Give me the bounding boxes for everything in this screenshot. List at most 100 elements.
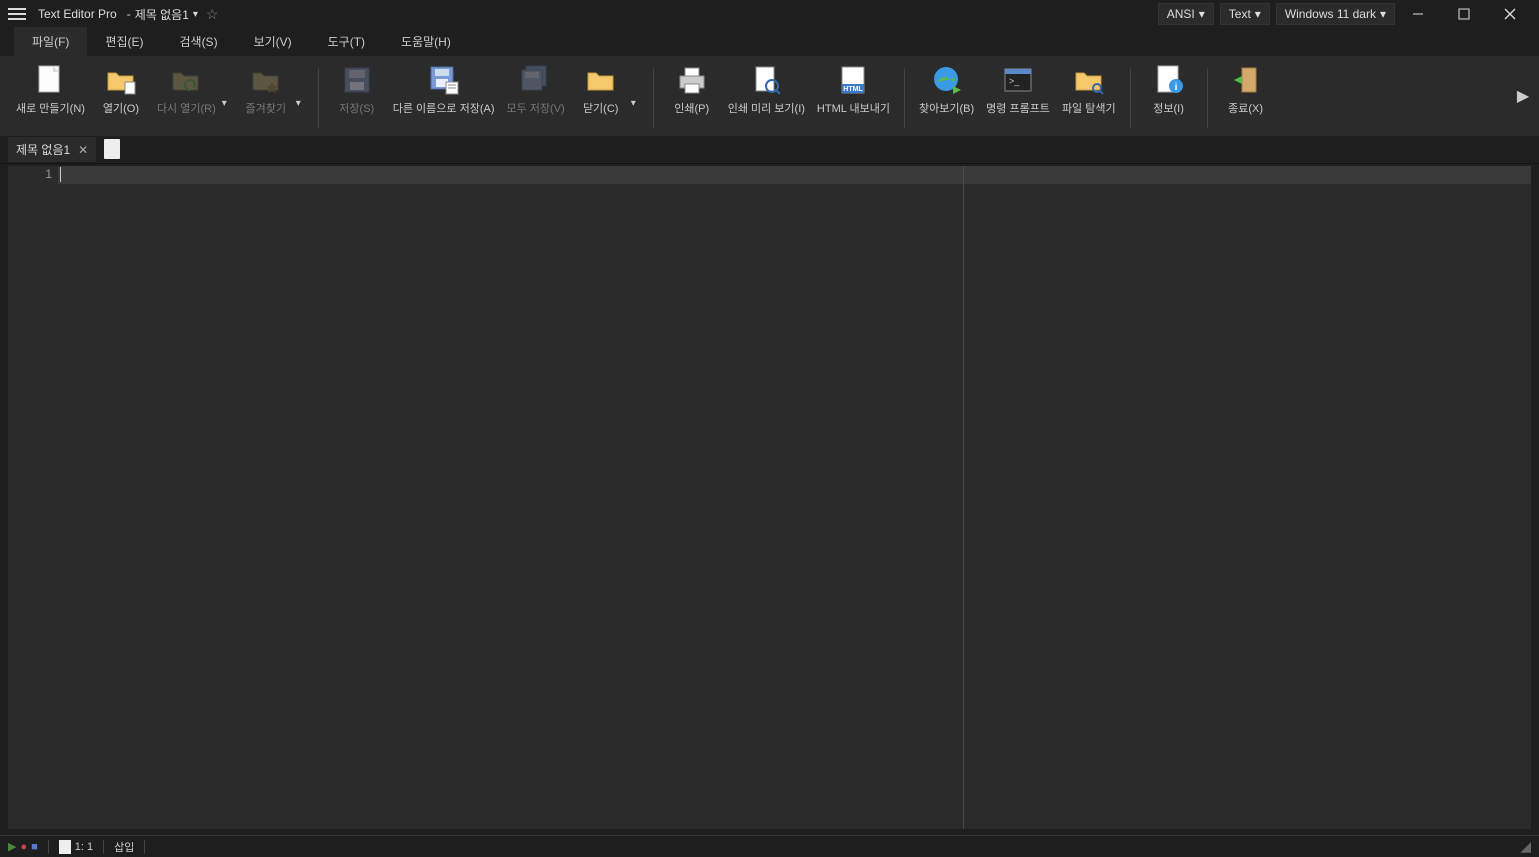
macro-play-icon[interactable]: ▶	[8, 840, 16, 853]
reopen-label: 다시 열기(R)	[157, 100, 216, 116]
browse-button[interactable]: 찾아보기(B)	[913, 62, 980, 118]
open-file-button[interactable]: 열기(O)	[91, 62, 151, 118]
favorites-dropdown-icon[interactable]: ▾	[296, 98, 310, 109]
theme-dropdown[interactable]: Windows 11 dark ▾	[1276, 3, 1395, 25]
menu-tab-help[interactable]: 도움말(H)	[383, 27, 469, 56]
cmd-label: 명령 프롬프트	[986, 100, 1050, 116]
new-file-label: 새로 만들기(N)	[16, 100, 85, 116]
menu-tab-view[interactable]: 보기(V)	[236, 27, 310, 56]
mode-dropdown[interactable]: Text ▾	[1220, 3, 1270, 25]
print-button[interactable]: 인쇄(P)	[662, 62, 722, 118]
menu-tab-file[interactable]: 파일(F)	[14, 27, 87, 56]
open-folder-icon	[105, 64, 137, 96]
document-name: 제목 없음1	[135, 6, 189, 23]
cmd-button[interactable]: >_ 명령 프롬프트	[980, 62, 1056, 118]
svg-text:>_: >_	[1009, 76, 1020, 86]
chevron-down-icon: ▾	[1255, 7, 1261, 21]
hamburger-menu-icon[interactable]	[6, 3, 28, 25]
document-dropdown-icon[interactable]: ▾	[193, 9, 198, 20]
document-tabs: 제목 없음1 ✕	[0, 136, 1539, 164]
explorer-button[interactable]: 파일 탐색기	[1056, 62, 1122, 118]
split-divider[interactable]	[963, 166, 964, 829]
menu-tab-tools[interactable]: 도구(T)	[310, 27, 383, 56]
chevron-down-icon: ▾	[1380, 7, 1386, 21]
save-floppy-icon	[341, 64, 373, 96]
insert-mode[interactable]: 삽입	[114, 839, 134, 855]
save-as-label: 다른 이름으로 저장(A)	[393, 100, 495, 116]
exit-button[interactable]: 종료(X)	[1216, 62, 1276, 118]
page-icon	[59, 840, 71, 854]
reopen-dropdown-icon[interactable]: ▾	[222, 98, 236, 109]
save-as-button[interactable]: 다른 이름으로 저장(A)	[387, 62, 501, 118]
info-label: 정보(I)	[1153, 100, 1184, 116]
mode-label: Text	[1229, 7, 1251, 21]
new-tab-icon[interactable]	[104, 139, 120, 159]
status-bar: ▶ ● ■ 1: 1 삽입 ◢	[0, 835, 1539, 857]
save-all-button[interactable]: 모두 저장(V)	[501, 62, 571, 118]
favorites-folder-icon	[250, 64, 282, 96]
html-export-button[interactable]: HTML HTML 내보내기	[811, 62, 896, 118]
save-as-icon	[428, 64, 460, 96]
minimize-button[interactable]	[1395, 0, 1441, 28]
close-window-button[interactable]	[1487, 0, 1533, 28]
macro-stop-icon[interactable]: ■	[31, 841, 38, 853]
encoding-dropdown[interactable]: ANSI ▾	[1158, 3, 1214, 25]
text-caret	[60, 167, 61, 182]
info-button[interactable]: i 정보(I)	[1139, 62, 1199, 118]
menu-tab-search[interactable]: 검색(S)	[161, 27, 235, 56]
reopen-button[interactable]: 다시 열기(R)	[151, 62, 222, 118]
save-button[interactable]: 저장(S)	[327, 62, 387, 118]
browse-label: 찾아보기(B)	[919, 100, 974, 116]
editor-area[interactable]: 1	[8, 166, 1531, 829]
line-gutter: 1	[8, 166, 58, 829]
print-preview-label: 인쇄 미리 보기(I)	[728, 100, 805, 116]
new-file-icon	[34, 64, 66, 96]
save-label: 저장(S)	[339, 100, 374, 116]
macro-record-icon[interactable]: ●	[20, 841, 27, 853]
close-tab-icon[interactable]: ✕	[78, 143, 88, 157]
cursor-position: 1: 1	[59, 840, 93, 854]
text-zone[interactable]	[58, 166, 1531, 829]
maximize-button[interactable]	[1441, 0, 1487, 28]
resize-grip-icon[interactable]: ◢	[1520, 838, 1531, 855]
exit-door-icon	[1230, 64, 1262, 96]
line-number: 1	[8, 167, 52, 181]
info-icon: i	[1153, 64, 1185, 96]
svg-text:HTML: HTML	[844, 86, 864, 93]
terminal-icon: >_	[1002, 64, 1034, 96]
encoding-label: ANSI	[1167, 7, 1195, 21]
chevron-down-icon: ▾	[1199, 7, 1205, 21]
explorer-label: 파일 탐색기	[1062, 100, 1116, 116]
favorites-button[interactable]: 즐겨찾기	[236, 62, 296, 118]
title-separator: -	[127, 7, 131, 21]
reopen-folder-icon	[170, 64, 202, 96]
new-file-button[interactable]: 새로 만들기(N)	[10, 62, 91, 118]
svg-text:i: i	[1174, 82, 1177, 93]
favorites-label: 즐겨찾기	[246, 100, 286, 116]
html-export-icon: HTML	[837, 64, 869, 96]
theme-label: Windows 11 dark	[1285, 7, 1376, 21]
ribbon-overflow-icon[interactable]: ▶	[1511, 56, 1535, 136]
print-label: 인쇄(P)	[674, 100, 709, 116]
app-title: Text Editor Pro	[38, 7, 117, 21]
open-file-label: 열기(O)	[103, 100, 139, 116]
document-tab-label: 제목 없음1	[16, 141, 70, 158]
menu-tabs: 파일(F) 편집(E) 검색(S) 보기(V) 도구(T) 도움말(H)	[0, 28, 1539, 56]
ribbon-toolbar: 새로 만들기(N) 열기(O) 다시 열기(R) ▾ 즐겨찾기 ▾ 저장(S) …	[0, 56, 1539, 136]
printer-icon	[676, 64, 708, 96]
close-dropdown-icon[interactable]: ▾	[631, 98, 645, 109]
save-all-label: 모두 저장(V)	[507, 100, 565, 116]
close-file-label: 닫기(C)	[583, 100, 619, 116]
favorite-star-icon[interactable]: ☆	[206, 6, 219, 23]
explorer-folder-icon	[1073, 64, 1105, 96]
print-preview-icon	[750, 64, 782, 96]
close-folder-icon	[585, 64, 617, 96]
exit-label: 종료(X)	[1228, 100, 1263, 116]
menu-tab-edit[interactable]: 편집(E)	[87, 27, 161, 56]
globe-icon	[931, 64, 963, 96]
html-export-label: HTML 내보내기	[817, 100, 890, 116]
save-all-icon	[520, 64, 552, 96]
close-file-button[interactable]: 닫기(C)	[571, 62, 631, 118]
document-tab[interactable]: 제목 없음1 ✕	[8, 137, 96, 162]
print-preview-button[interactable]: 인쇄 미리 보기(I)	[722, 62, 811, 118]
